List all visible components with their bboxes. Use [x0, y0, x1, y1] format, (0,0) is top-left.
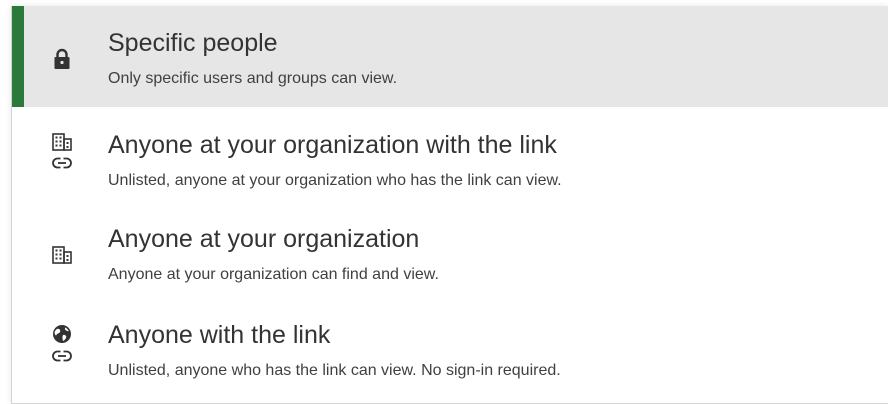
- option-org-with-link[interactable]: Anyone at your organization with the lin…: [12, 107, 888, 199]
- option-description: Anyone at your organization can find and…: [108, 266, 439, 283]
- option-title: Anyone with the link: [108, 321, 331, 349]
- option-specific-people[interactable]: Specific people Only specific users and …: [12, 6, 888, 107]
- option-icons: [46, 133, 78, 169]
- option-title: Specific people: [108, 29, 278, 57]
- option-description: Unlisted, anyone who has the link can vi…: [108, 362, 561, 379]
- option-title: Anyone at your organization: [108, 225, 420, 253]
- link-icon: [52, 350, 72, 362]
- lock-icon: [53, 48, 71, 70]
- building-icon: [52, 246, 72, 264]
- globe-icon: [52, 324, 72, 344]
- option-anyone-with-link[interactable]: Anyone with the link Unlisted, anyone wh…: [12, 298, 888, 390]
- building-icon: [52, 133, 72, 151]
- option-title: Anyone at your organization with the lin…: [108, 131, 557, 159]
- option-icons: [46, 246, 78, 264]
- option-description: Unlisted, anyone at your organization wh…: [108, 172, 562, 189]
- option-icons: [46, 324, 78, 362]
- option-org[interactable]: Anyone at your organization Anyone at yo…: [12, 204, 888, 296]
- sharing-options-list: Specific people Only specific users and …: [11, 6, 888, 404]
- option-icons: [46, 48, 78, 70]
- link-icon: [52, 157, 72, 169]
- option-description: Only specific users and groups can view.: [108, 70, 398, 87]
